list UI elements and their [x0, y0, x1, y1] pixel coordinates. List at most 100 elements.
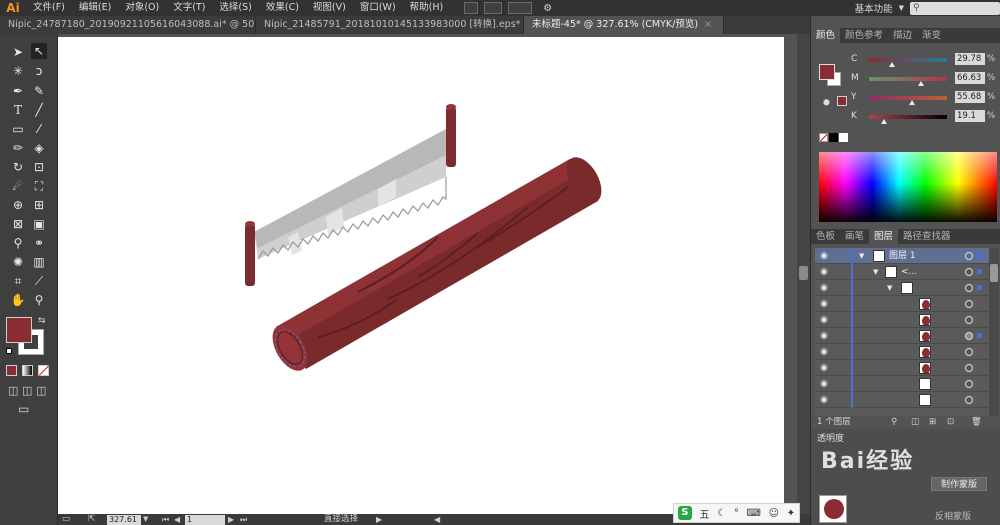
close-icon[interactable]: × — [704, 19, 712, 30]
locate-object-icon[interactable]: ⚲ — [891, 416, 897, 428]
canvas-vertical-scrollbar[interactable] — [797, 34, 810, 514]
pencil-icon[interactable]: ✏ — [10, 140, 26, 156]
layer-row[interactable]: ◉ ▼ 图层 1 — [815, 248, 989, 264]
punctuation-icon[interactable]: ° — [734, 508, 739, 519]
scrollbar-thumb[interactable] — [990, 264, 998, 282]
expand-icon[interactable]: ▼ — [887, 280, 892, 296]
magenta-value[interactable]: 66.63 — [955, 72, 985, 84]
group-name[interactable]: <... — [901, 264, 917, 280]
paintbrush-icon[interactable]: ⁄ — [31, 121, 47, 137]
none-swatch[interactable] — [819, 133, 828, 142]
tab-pathfinder[interactable]: 路径查找器 — [898, 229, 956, 244]
new-sublayer-icon[interactable]: ⊞ — [929, 416, 936, 428]
menu-select[interactable]: 选择(S) — [212, 0, 258, 16]
menu-help[interactable]: 帮助(H) — [403, 0, 451, 16]
eye-icon[interactable]: ◉ — [818, 346, 830, 358]
gradient-icon[interactable]: ▣ — [31, 216, 47, 232]
tab-layers[interactable]: 图层 — [869, 229, 899, 244]
direct-selection-tool-icon[interactable]: ↖ — [31, 43, 47, 59]
black-value[interactable]: 19.1 — [955, 110, 985, 122]
make-mask-button[interactable]: 制作蒙版 — [931, 477, 987, 491]
new-layer-icon[interactable]: ⊡ — [947, 416, 954, 428]
gradient-mode-icon[interactable] — [22, 365, 33, 376]
layer-row[interactable]: ◉ — [815, 312, 989, 328]
chevron-down-icon[interactable]: ▼ — [899, 4, 904, 12]
blend-icon[interactable]: ⚭ — [31, 235, 47, 251]
screen-mode-icon[interactable]: ▭ — [18, 402, 29, 416]
expand-icon[interactable]: ▼ — [859, 248, 864, 264]
yellow-thumb[interactable] — [909, 100, 916, 105]
stock-button[interactable] — [484, 2, 503, 14]
tab-gradient[interactable]: 渐变 — [917, 28, 946, 43]
black-swatch[interactable] — [829, 133, 838, 142]
tab-document-2[interactable]: Nipic_21485791_20181010145133983000 [转换]… — [256, 16, 524, 34]
eye-icon[interactable]: ◉ — [818, 250, 830, 262]
settings-icon[interactable]: ✦ — [787, 508, 795, 519]
target-icon[interactable] — [965, 332, 973, 340]
hand-icon[interactable]: ✋ — [10, 292, 26, 308]
selection-tool-icon[interactable]: ➤ — [10, 44, 26, 60]
eye-icon[interactable]: ◉ — [818, 330, 830, 342]
last-page-icon[interactable]: ⏭ — [240, 514, 247, 525]
tab-brushes[interactable]: 画笔 — [840, 229, 869, 244]
layer-row[interactable]: ◉ ▼ <... — [815, 264, 989, 280]
tab-color[interactable]: 颜色 — [811, 28, 841, 43]
layers-scrollbar[interactable] — [989, 248, 999, 416]
sogou-logo-icon[interactable]: S — [677, 506, 692, 520]
mesh-icon[interactable]: ⊠ — [10, 216, 26, 232]
black-slider[interactable]: K 19.1 % — [851, 110, 999, 124]
tab-document-1[interactable]: Nipic_24787180_20190921105616043088.ai* … — [0, 16, 256, 34]
draw-inside-icon[interactable]: ◫ — [36, 384, 46, 397]
menu-edit[interactable]: 编辑(E) — [72, 0, 118, 16]
prev-page-icon[interactable]: ◀ — [174, 514, 180, 525]
next-page-icon[interactable]: ▶ — [228, 514, 234, 525]
status-icon[interactable]: ▭ — [62, 514, 70, 525]
page-input[interactable]: 1 — [185, 515, 225, 525]
layer-row[interactable]: ◉ — [815, 328, 989, 344]
eye-icon[interactable]: ◉ — [818, 298, 830, 310]
cyan-track[interactable] — [869, 58, 947, 62]
eye-icon[interactable]: ◉ — [818, 394, 830, 406]
out-of-gamut-icon[interactable]: ⬢ — [823, 98, 830, 107]
eye-icon[interactable]: ◉ — [818, 378, 830, 390]
curvature-icon[interactable]: ✎ — [31, 83, 47, 99]
invert-mask-checkbox[interactable]: 反相蒙版 — [935, 509, 971, 522]
make-clipping-mask-icon[interactable]: ◫ — [911, 416, 919, 428]
layer-row[interactable]: ◉ — [815, 360, 989, 376]
lasso-icon[interactable]: ↄ — [31, 63, 47, 79]
none-mode-icon[interactable] — [38, 365, 50, 376]
default-colors-icon[interactable] — [6, 348, 12, 354]
fill-swatch[interactable] — [6, 317, 32, 343]
arrange-documents-button[interactable] — [508, 2, 533, 14]
magenta-track[interactable] — [869, 77, 947, 81]
target-icon[interactable] — [965, 316, 973, 324]
search-input[interactable]: ⚲ — [910, 1, 1000, 15]
person-icon[interactable]: ☺ — [769, 508, 779, 519]
trash-icon[interactable]: 🗑 — [971, 416, 982, 428]
target-icon[interactable] — [965, 268, 973, 276]
expand-icon[interactable]: ▼ — [873, 264, 878, 280]
gpu-icon[interactable]: ⚙ — [543, 3, 552, 14]
selection-indicator[interactable] — [977, 333, 982, 338]
target-icon[interactable] — [965, 348, 973, 356]
scroll-left-icon[interactable]: ◀ — [434, 514, 440, 525]
column-graph-icon[interactable]: ▥ — [31, 254, 47, 270]
input-mode-label[interactable]: 五 — [700, 506, 710, 521]
type-icon[interactable]: T — [10, 102, 26, 118]
canvas-area[interactable] — [58, 34, 797, 514]
yellow-slider[interactable]: Y 55.68 % — [851, 91, 999, 105]
target-icon[interactable] — [965, 396, 973, 404]
log-illustration[interactable] — [265, 151, 608, 376]
warp-icon[interactable]: ☄ — [10, 178, 26, 194]
menu-type[interactable]: 文字(T) — [166, 0, 212, 16]
first-page-icon[interactable]: ⏮ — [162, 514, 169, 525]
layer-name[interactable]: 图层 1 — [889, 248, 916, 264]
eye-icon[interactable]: ◉ — [818, 282, 830, 294]
menu-view[interactable]: 视图(V) — [306, 0, 353, 16]
panel-fill-swatch[interactable] — [819, 64, 835, 80]
yellow-track[interactable] — [869, 96, 947, 100]
export-icon[interactable]: ⇱ — [88, 514, 95, 525]
rotate-icon[interactable]: ↻ — [10, 159, 26, 175]
shape-builder-icon[interactable]: ⊕ — [10, 197, 26, 213]
color-spectrum[interactable] — [819, 152, 997, 222]
